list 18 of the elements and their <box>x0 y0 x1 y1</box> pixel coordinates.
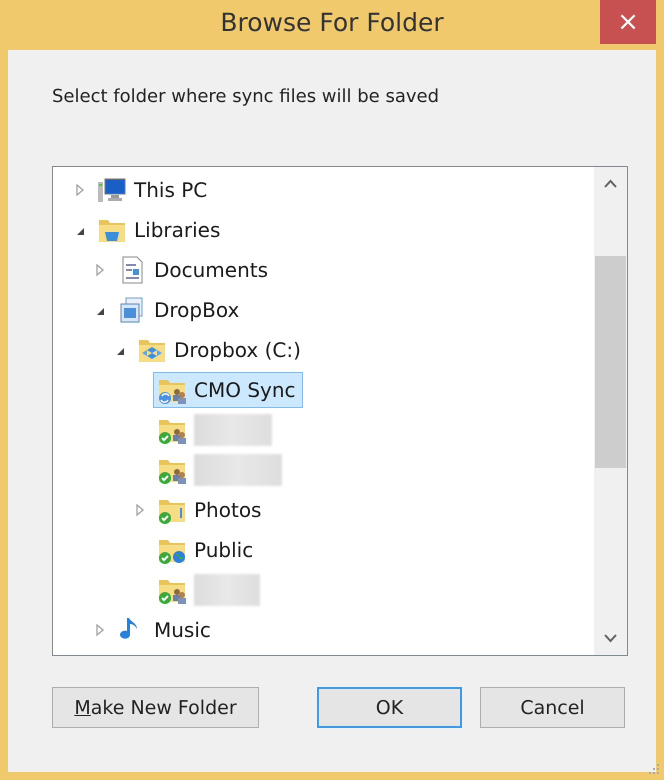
tree-item[interactable]: Public <box>153 532 260 568</box>
scrollbar-thumb[interactable] <box>595 256 626 468</box>
tree-item[interactable]: Libraries <box>93 212 228 248</box>
ok-button[interactable]: OK <box>317 687 462 728</box>
tree-item[interactable]: Dropbox (C:) <box>133 332 308 368</box>
tree-item[interactable]: CMO Sync <box>153 372 303 408</box>
close-button[interactable]: × <box>600 0 656 44</box>
tree-item[interactable]: This PC <box>93 172 214 208</box>
scrollbar[interactable] <box>593 167 627 655</box>
cancel-button[interactable]: Cancel <box>480 687 625 728</box>
tree-item[interactable]: DropBox <box>113 292 246 328</box>
resize-grip-icon[interactable] <box>648 764 660 776</box>
tree-item[interactable]: Documents <box>113 252 276 288</box>
tree-item[interactable]: Photos <box>153 492 268 528</box>
window-title: Browse For Folder <box>220 8 444 36</box>
instruction-text: Select folder where sync files will be saved <box>52 86 440 108</box>
make-new-folder-button[interactable]: Make New Folder <box>52 687 259 728</box>
tree-item[interactable]: Music <box>113 612 218 648</box>
